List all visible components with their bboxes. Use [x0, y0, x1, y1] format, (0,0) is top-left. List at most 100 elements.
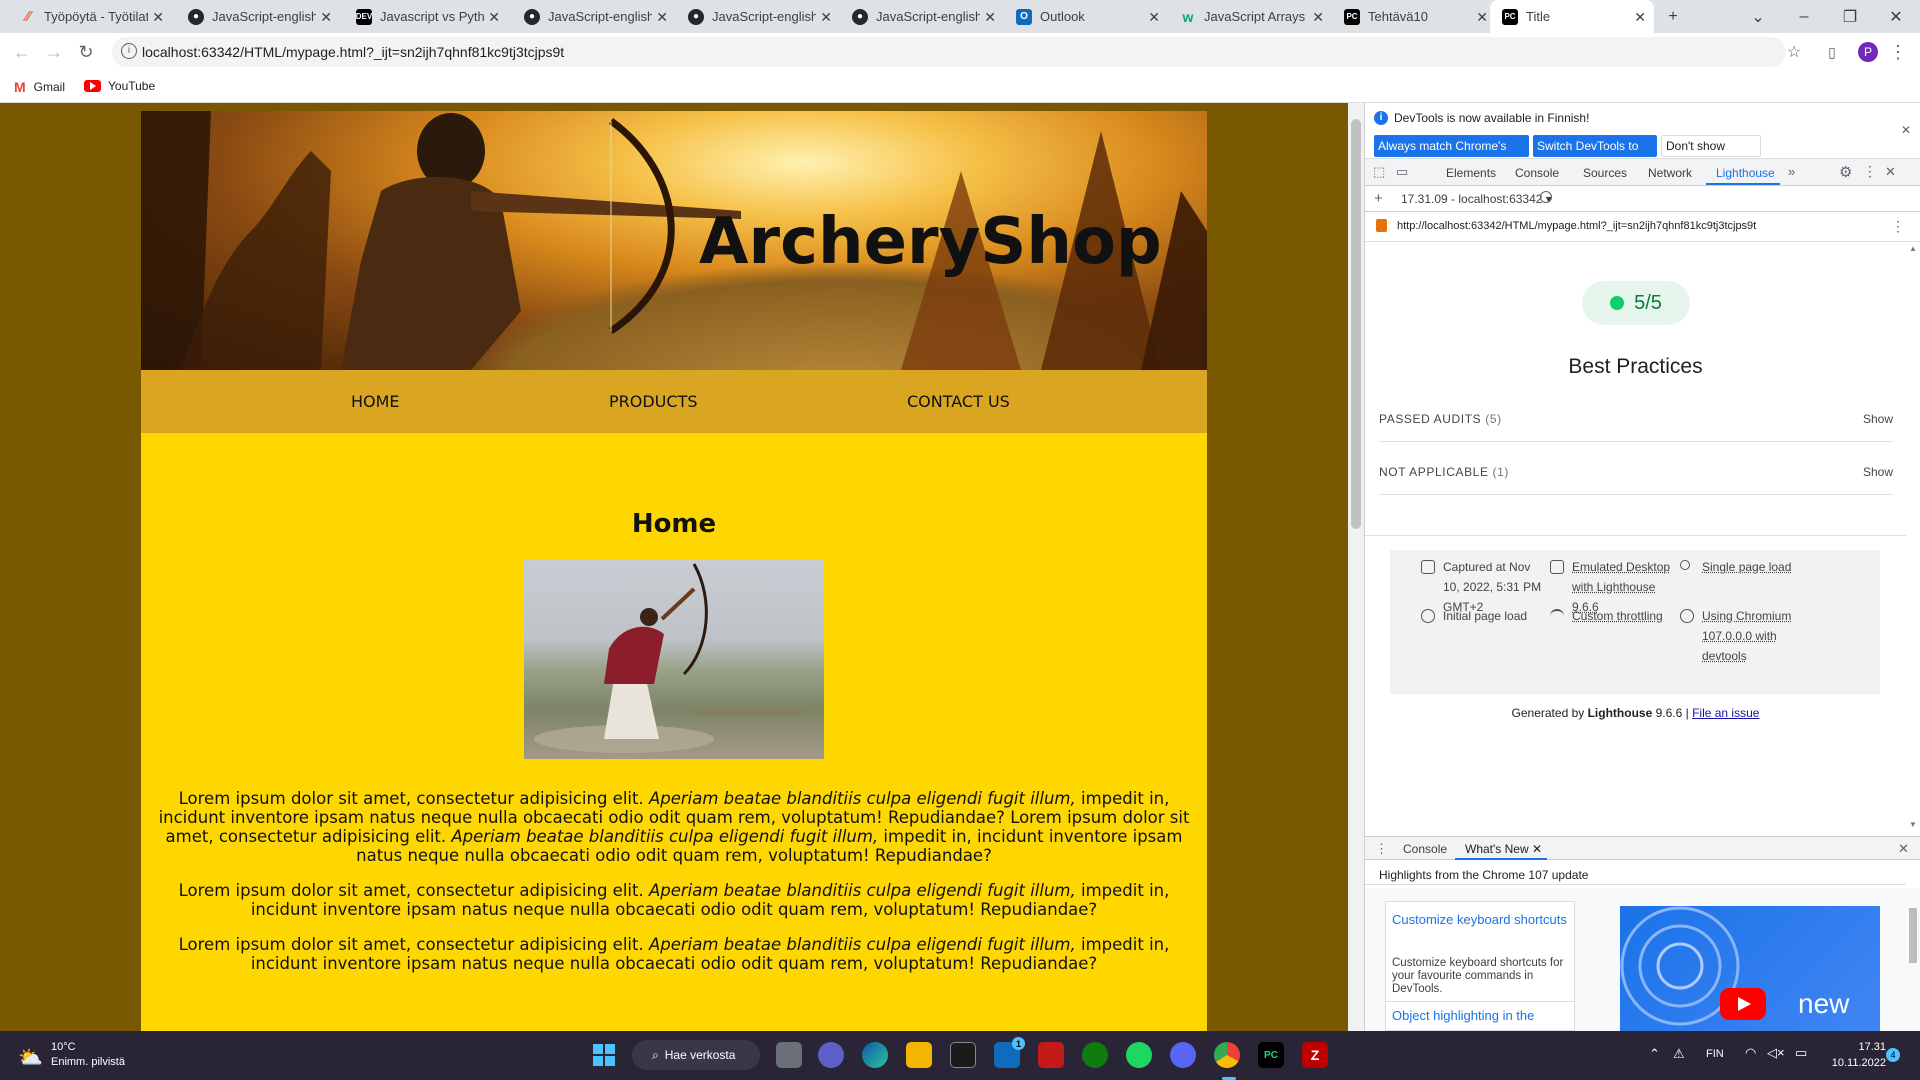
browser-tab[interactable]: DEV Javascript vs Python ✕ [344, 0, 508, 33]
meta-text[interactable]: Single page load [1702, 560, 1791, 574]
drawer-tab-console[interactable]: Console [1403, 842, 1447, 856]
clock-date[interactable]: 10.11.2022 [1822, 1057, 1886, 1069]
not-applicable-group[interactable]: NOT APPLICABLE (1) Show [1379, 443, 1893, 495]
filezilla-icon[interactable]: Z [1302, 1042, 1328, 1068]
page-scrollbar[interactable] [1348, 103, 1364, 1031]
new-report-icon[interactable]: + [1374, 190, 1383, 207]
close-tab-icon[interactable]: ✕ [984, 9, 996, 26]
dont-show-again-button[interactable]: Don't show again [1661, 135, 1761, 173]
info-icon[interactable]: i [121, 43, 137, 59]
scroll-down-icon[interactable]: ▼ [1909, 820, 1917, 829]
close-tab-icon[interactable]: ✕ [488, 9, 500, 26]
browser-tab[interactable]: PC Tehtävä10 ✕ [1332, 0, 1496, 33]
drawer-menu-icon[interactable]: ⋮ [1375, 841, 1388, 857]
browser-tab[interactable]: ● JavaScript-english/ ✕ [176, 0, 340, 33]
bookmark-youtube[interactable]: YouTube [84, 79, 155, 93]
browser-tab[interactable]: ● JavaScript-english/ ✕ [676, 0, 840, 33]
report-select[interactable]: 17.31.09 - localhost:63342 ▾ [1401, 192, 1552, 206]
taskbar-search[interactable]: ⌕ Hae verkosta [632, 1040, 760, 1070]
nav-home-link[interactable]: HOME [351, 392, 400, 411]
battery-icon[interactable]: ▭ [1795, 1045, 1807, 1061]
show-hidden-icons-icon[interactable]: ⌃ [1649, 1046, 1660, 1062]
scrollbar-thumb[interactable] [1909, 908, 1917, 963]
network-status-icon[interactable]: ⚠ [1673, 1046, 1685, 1062]
file-explorer-icon[interactable] [906, 1042, 932, 1068]
discord-icon[interactable] [1170, 1042, 1196, 1068]
report-scrollbar[interactable]: ▲ ▼ [1906, 242, 1920, 832]
spotify-icon[interactable] [1126, 1042, 1152, 1068]
browser-tab[interactable]: ● JavaScript-english/ ✕ [840, 0, 1004, 33]
new-tab-icon[interactable]: + [1650, 0, 1696, 33]
address-bar[interactable]: i localhost:63342/HTML/mypage.html?_ijt=… [112, 37, 1786, 67]
inspect-element-icon[interactable]: ⬚ [1373, 164, 1385, 180]
match-language-button[interactable]: Always match Chrome's language [1374, 135, 1529, 175]
device-toolbar-icon[interactable]: ▭ [1396, 164, 1408, 180]
close-tab-icon[interactable]: ✕ [1312, 9, 1324, 26]
task-view-icon[interactable] [776, 1042, 802, 1068]
close-tab-icon[interactable]: ✕ [320, 9, 332, 26]
drawer-scrollbar[interactable] [1906, 888, 1920, 1031]
browser-tab[interactable]: ● JavaScript-english/ ✕ [512, 0, 676, 33]
scrollbar-thumb[interactable] [1351, 119, 1361, 529]
close-tab-icon[interactable]: ✕ [1634, 9, 1646, 26]
bookmark-gmail[interactable]: M Gmail [14, 79, 65, 95]
tab-network[interactable]: Network [1648, 166, 1692, 180]
gear-icon[interactable]: ⚙ [1839, 163, 1852, 181]
nav-contact-link[interactable]: CONTACT US [907, 392, 1010, 411]
clock-time[interactable]: 17.31 [1852, 1041, 1886, 1053]
card-title[interactable]: Customize keyboard shortcuts [1392, 908, 1568, 932]
close-infobar-icon[interactable]: ✕ [1901, 123, 1911, 137]
menu-kebab-icon[interactable]: ⋮ [1886, 40, 1910, 64]
game-app-icon[interactable] [1038, 1042, 1064, 1068]
pycharm-icon[interactable]: PC [1258, 1042, 1284, 1068]
teams-icon[interactable] [818, 1042, 844, 1068]
side-panel-icon[interactable]: ▯ [1820, 40, 1844, 64]
tab-elements[interactable]: Elements [1446, 166, 1496, 180]
feature-card[interactable]: Object highlighting in the [1385, 1001, 1575, 1031]
close-tab-icon[interactable]: ✕ [820, 9, 832, 26]
tab-console[interactable]: Console [1515, 166, 1559, 180]
close-drawer-icon[interactable]: ✕ [1898, 841, 1909, 857]
language-indicator[interactable]: FIN [1706, 1048, 1724, 1060]
close-tab-icon[interactable]: ✕ [1148, 9, 1160, 26]
tab-sources[interactable]: Sources [1583, 166, 1627, 180]
browser-tab[interactable]: w JavaScript Arrays ✕ [1168, 0, 1332, 33]
notification-badge[interactable]: 4 [1886, 1048, 1900, 1062]
forward-icon[interactable]: → [42, 40, 66, 64]
browser-tab-active[interactable]: PC Title ✕ [1490, 0, 1654, 33]
xbox-icon[interactable] [1082, 1042, 1108, 1068]
store-icon[interactable] [950, 1042, 976, 1068]
scroll-up-icon[interactable]: ▲ [1909, 244, 1917, 253]
profile-avatar[interactable]: P [1856, 40, 1880, 64]
meta-text[interactable]: Using Chromium 107.0.0.0 with devtools [1702, 609, 1791, 663]
close-window-icon[interactable]: ✕ [1873, 0, 1919, 33]
edge-icon[interactable] [862, 1042, 888, 1068]
show-toggle[interactable]: Show [1863, 412, 1893, 426]
more-tabs-icon[interactable]: » [1788, 164, 1795, 179]
nav-products-link[interactable]: PRODUCTS [609, 392, 698, 411]
card-title[interactable]: Object highlighting in the [1392, 1008, 1534, 1023]
restore-icon[interactable]: ❐ [1827, 0, 1873, 33]
report-url[interactable]: http://localhost:63342/HTML/mypage.html?… [1397, 220, 1756, 232]
passed-audits-group[interactable]: PASSED AUDITS (5) Show [1379, 390, 1893, 442]
browser-tab[interactable]: ⁄⁄ Työpöytä - Työtilat ✕ [8, 0, 172, 33]
devtools-menu-icon[interactable]: ⋮ [1863, 163, 1877, 180]
file-issue-link[interactable]: File an issue [1692, 706, 1759, 720]
meta-text[interactable]: Custom throttling [1572, 609, 1663, 623]
windows-start-icon[interactable] [591, 1042, 617, 1068]
back-icon[interactable]: ← [10, 40, 34, 64]
browser-tab[interactable]: O Outlook ✕ [1004, 0, 1168, 33]
show-toggle[interactable]: Show [1863, 465, 1893, 479]
close-devtools-icon[interactable]: ✕ [1885, 164, 1896, 180]
chrome-icon[interactable] [1214, 1042, 1240, 1068]
tab-lighthouse[interactable]: Lighthouse [1716, 166, 1775, 180]
youtube-play-icon[interactable] [1720, 988, 1766, 1020]
close-tab-icon[interactable]: ✕ [656, 9, 668, 26]
close-tab-icon[interactable]: ✕ [1532, 842, 1542, 856]
clear-reports-icon[interactable] [1540, 191, 1552, 203]
report-menu-icon[interactable]: ⋮ [1891, 218, 1905, 235]
reload-icon[interactable]: ↻ [74, 40, 98, 64]
tab-search-icon[interactable]: ⌄ [1735, 0, 1781, 33]
close-tab-icon[interactable]: ✕ [152, 9, 164, 26]
drawer-tab-whats-new[interactable]: What's New ✕ [1465, 842, 1542, 856]
